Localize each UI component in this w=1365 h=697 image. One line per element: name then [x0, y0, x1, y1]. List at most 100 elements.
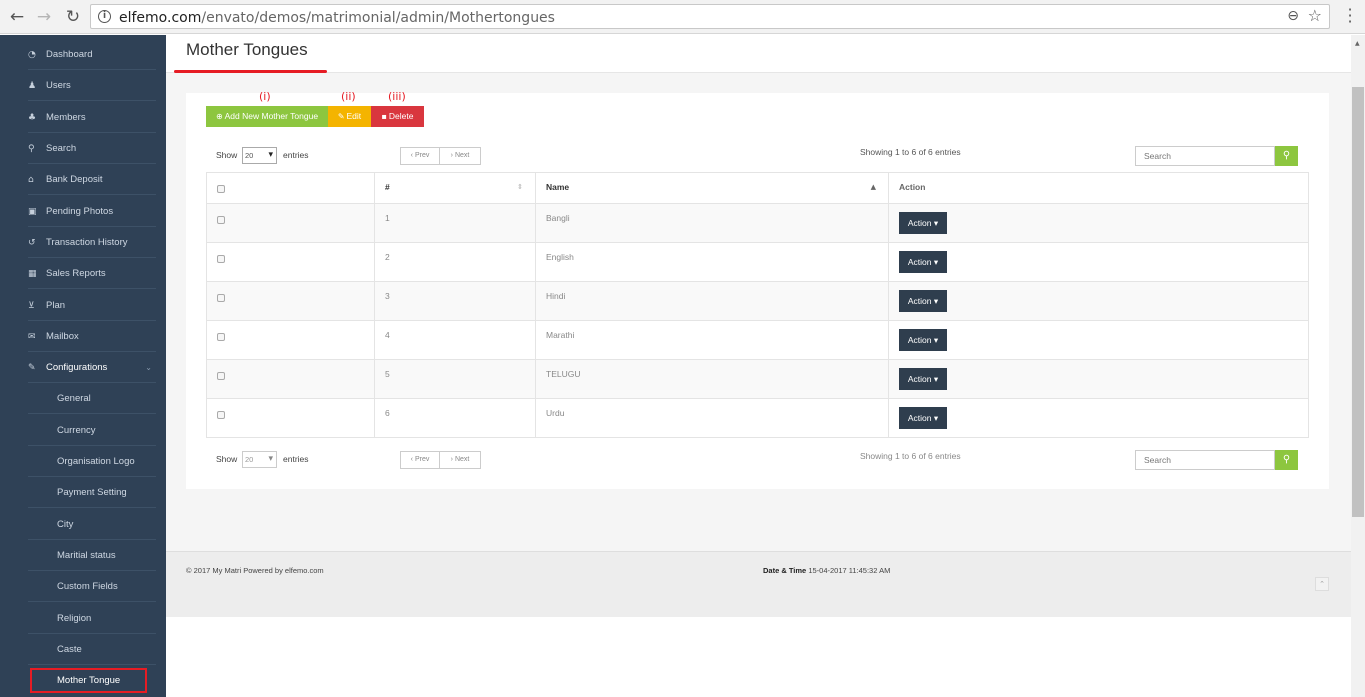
sidebar-item-label: Mailbox	[46, 331, 79, 342]
row-name: Marathi	[535, 320, 889, 360]
sidebar-item-plan[interactable]: ⊻ Plan	[28, 290, 156, 321]
back-arrow-icon[interactable]: ←	[6, 6, 28, 28]
search-button[interactable]: ⚲	[1275, 146, 1298, 166]
dashboard-icon: ◔	[28, 50, 36, 60]
row-checkbox[interactable]	[217, 216, 225, 224]
sidebar-item-dashboard[interactable]: ◔ Dashboard	[28, 39, 156, 70]
bookmark-star-icon[interactable]: ☆	[1308, 6, 1322, 25]
forward-arrow-icon[interactable]: →	[33, 6, 55, 28]
sidebar-sub-organisation-logo[interactable]: Organisation Logo	[28, 446, 156, 477]
url-path: /envato/demos/matrimonial/admin/Motherto…	[201, 10, 555, 26]
edit-button-label: Edit	[346, 111, 362, 121]
sidebar-item-configurations[interactable]: ✎ Configurations ⌄	[28, 352, 156, 383]
sidebar-item-users[interactable]: ♟ Users	[28, 70, 156, 101]
page-bottom	[166, 617, 1351, 697]
sidebar-item-members[interactable]: ♣ Members	[28, 102, 156, 133]
reload-icon[interactable]: ↻	[62, 6, 84, 28]
action-label: Action	[907, 413, 932, 423]
address-url[interactable]: elfemo.com/envato/demos/matrimonial/admi…	[119, 10, 555, 26]
sidebar-item-sales-reports[interactable]: ▦ Sales Reports	[28, 258, 156, 289]
action-label: Action	[907, 335, 932, 345]
search-icon: ⚲	[28, 144, 35, 154]
row-checkbox[interactable]	[217, 372, 225, 380]
page-title: Mother Tongues	[186, 40, 308, 59]
title-underline	[174, 70, 327, 73]
search-button-bottom[interactable]: ⚲	[1275, 450, 1298, 470]
sidebar-sub-payment-setting[interactable]: Payment Setting	[28, 477, 156, 508]
page-size-select[interactable]: 20 ▾	[242, 147, 277, 164]
row-checkbox[interactable]	[217, 411, 225, 419]
info-icon[interactable]: i	[98, 10, 111, 23]
sidebar-item-pending-photos[interactable]: ▣ Pending Photos	[28, 196, 156, 227]
sidebar-sub-currency[interactable]: Currency	[28, 415, 156, 446]
next-button-bottom[interactable]: › Next	[439, 451, 481, 469]
row-checkbox[interactable]	[217, 294, 225, 302]
row-num: 2	[374, 242, 536, 282]
scrollbar[interactable]: ▲	[1351, 35, 1365, 697]
sidebar-sub-religion[interactable]: Religion	[28, 603, 156, 634]
scroll-to-top-icon[interactable]: ⌃	[1315, 577, 1329, 591]
sidebar-sub-general[interactable]: General	[28, 383, 156, 414]
sidebar-sub-maritial-status[interactable]: Maritial status	[28, 540, 156, 571]
column-header-label: #	[385, 182, 390, 192]
sidebar-item-label: Plan	[46, 300, 66, 311]
select-all-checkbox[interactable]	[217, 185, 225, 193]
sidebar-sub-city[interactable]: City	[28, 509, 156, 540]
prev-button-bottom[interactable]: ‹ Prev	[400, 451, 440, 469]
row-action-cell: Action ▾	[888, 320, 1309, 360]
action-dropdown-button[interactable]: Action ▾	[899, 368, 947, 390]
sidebar-item-bank-deposit[interactable]: ⌂ Bank Deposit	[28, 164, 156, 195]
next-label: Next	[454, 152, 470, 159]
edit-button[interactable]: ✎ Edit	[328, 106, 371, 127]
action-dropdown-button[interactable]: Action ▾	[899, 329, 947, 351]
prev-label: Prev	[414, 152, 430, 159]
row-num: 4	[374, 320, 536, 360]
row-num: 5	[374, 359, 536, 399]
action-dropdown-button[interactable]: Action ▾	[899, 407, 947, 429]
row-name: TELUGU	[535, 359, 889, 399]
scrollbar-thumb[interactable]	[1352, 87, 1364, 517]
delete-button[interactable]: ▪ Delete	[371, 106, 424, 127]
next-button[interactable]: › Next	[439, 147, 481, 165]
search-input-bottom[interactable]: Search	[1135, 450, 1275, 470]
row-select-cell	[206, 242, 375, 282]
delete-button-label: Delete	[388, 111, 414, 121]
row-name: Hindi	[535, 281, 889, 321]
add-mother-tongue-button[interactable]: ⊕ Add New Mother Tongue	[206, 106, 328, 127]
next-label: Next	[454, 456, 470, 463]
scroll-up-icon[interactable]: ▲	[1355, 40, 1360, 47]
show-label: Show	[216, 150, 238, 160]
action-dropdown-button[interactable]: Action ▾	[899, 251, 947, 273]
sidebar-item-label: Transaction History	[46, 237, 128, 248]
zoom-icon[interactable]: ⊖	[1287, 8, 1299, 24]
chevron-down-icon: ⌄	[145, 363, 152, 372]
row-checkbox[interactable]	[217, 255, 225, 263]
annotation-ii: (ii)	[341, 90, 356, 103]
action-dropdown-button[interactable]: Action ▾	[899, 290, 947, 312]
search-input[interactable]: Search	[1135, 146, 1275, 166]
prev-button[interactable]: ‹ Prev	[400, 147, 440, 165]
sidebar-item-label: Pending Photos	[46, 206, 114, 217]
action-label: Action	[907, 374, 932, 384]
entries-info: Showing 1 to 6 of 6 entries	[860, 147, 961, 157]
page-size-select-bottom[interactable]: 20 ▾	[242, 451, 277, 468]
copyright: © 2017 My Matri Powered by elfemo.com	[186, 566, 324, 575]
sidebar-sub-caste[interactable]: Caste	[28, 634, 156, 665]
row-action-cell: Action ▾	[888, 281, 1309, 321]
row-name: Bangli	[535, 203, 889, 243]
row-num: 1	[374, 203, 536, 243]
action-dropdown-button[interactable]: Action ▾	[899, 212, 947, 234]
row-name: Urdu	[535, 398, 889, 438]
column-header-num[interactable]: # ⇕	[374, 172, 536, 204]
column-header-name[interactable]: Name ▲	[535, 172, 889, 204]
address-bar[interactable]: i elfemo.com/envato/demos/matrimonial/ad…	[90, 4, 1330, 29]
row-select-cell	[206, 398, 375, 438]
sidebar-item-search[interactable]: ⚲ Search	[28, 133, 156, 164]
sidebar-sub-mother-tongue[interactable]: Mother Tongue	[30, 668, 147, 693]
row-num: 3	[374, 281, 536, 321]
browser-menu-icon[interactable]: · · ·	[1340, 2, 1360, 30]
sidebar-sub-custom-fields[interactable]: Custom Fields	[28, 571, 156, 602]
sidebar-item-transaction-history[interactable]: ↺ Transaction History	[28, 227, 156, 258]
row-checkbox[interactable]	[217, 333, 225, 341]
sidebar-item-mailbox[interactable]: ✉ Mailbox	[28, 321, 156, 352]
